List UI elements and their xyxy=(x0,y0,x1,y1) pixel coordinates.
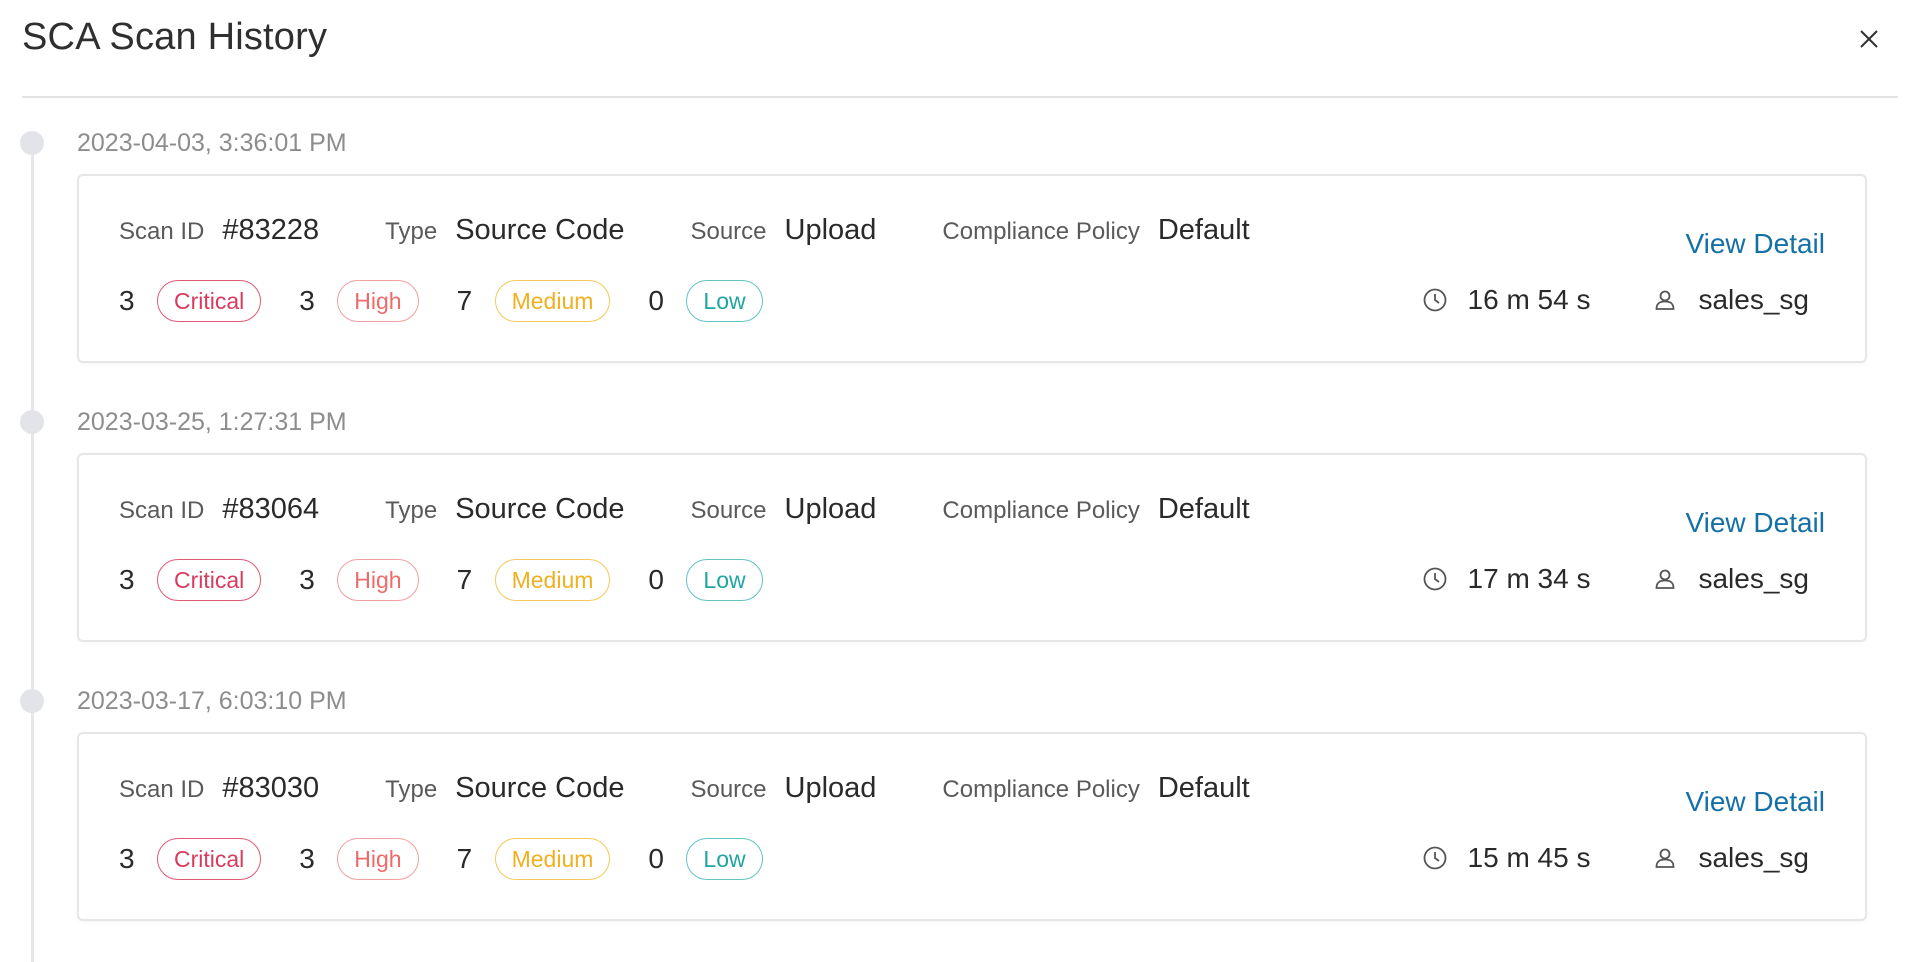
scan-id-value: #83030 xyxy=(222,772,320,804)
timeline-dot xyxy=(20,410,44,434)
critical-badge: Critical xyxy=(157,280,262,322)
view-detail-link[interactable]: View Detail xyxy=(1685,228,1825,260)
high-count: 3 xyxy=(299,564,315,595)
scan-meta: 15 m 45 s sales_sg xyxy=(1422,838,1809,878)
type-value: Source Code xyxy=(455,493,625,525)
scan-meta: 16 m 54 s sales_sg xyxy=(1422,280,1809,320)
scan-duration: 16 m 54 s xyxy=(1467,284,1591,315)
high-count: 3 xyxy=(299,285,315,316)
scan-id-label: Scan ID xyxy=(119,776,205,803)
timeline-dot xyxy=(20,689,44,713)
scan-entry: 2023-03-25, 1:27:31 PM Scan ID #83064 Ty… xyxy=(0,377,1920,656)
low-badge: Low xyxy=(686,838,763,880)
scan-info-row: Scan ID #83064 Type Source Code Source U… xyxy=(119,493,1250,533)
scan-date: 2023-04-03, 3:36:01 PM xyxy=(77,129,347,157)
severity-row: 3 Critical 3 High 7 Medium 0 Low xyxy=(119,278,801,324)
source-label: Source xyxy=(690,218,767,245)
scan-id-label: Scan ID xyxy=(119,497,205,524)
severity-row: 3 Critical 3 High 7 Medium 0 Low xyxy=(119,557,801,603)
modal-header: SCA Scan History xyxy=(22,0,1898,98)
high-count: 3 xyxy=(299,843,315,874)
scan-info-row: Scan ID #83030 Type Source Code Source U… xyxy=(119,772,1250,812)
view-detail-link[interactable]: View Detail xyxy=(1685,786,1825,818)
close-button[interactable] xyxy=(1854,24,1884,54)
scan-date: 2023-03-25, 1:27:31 PM xyxy=(77,408,347,436)
scan-user: sales_sg xyxy=(1698,563,1809,594)
source-label: Source xyxy=(690,497,767,524)
source-label: Source xyxy=(690,776,767,803)
clock-icon xyxy=(1423,846,1446,870)
low-badge: Low xyxy=(686,559,763,601)
scan-info-row: Scan ID #83228 Type Source Code Source U… xyxy=(119,214,1250,254)
critical-badge: Critical xyxy=(157,838,262,880)
scan-user: sales_sg xyxy=(1698,284,1809,315)
scan-entry: 2023-03-17, 6:03:10 PM Scan ID #83030 Ty… xyxy=(0,656,1920,935)
scan-duration: 15 m 45 s xyxy=(1467,842,1591,873)
compliance-policy-label: Compliance Policy xyxy=(942,218,1140,245)
medium-count: 7 xyxy=(456,843,473,874)
timeline-dot xyxy=(20,131,44,155)
scan-history-timeline: 2023-04-03, 3:36:01 PM Scan ID #83228 Ty… xyxy=(0,98,1920,962)
compliance-policy-label: Compliance Policy xyxy=(942,497,1140,524)
low-badge: Low xyxy=(686,280,763,322)
high-badge: High xyxy=(337,280,419,322)
medium-badge: Medium xyxy=(494,838,611,880)
source-value: Upload xyxy=(784,493,877,525)
user-icon xyxy=(1656,290,1675,310)
scan-card: Scan ID #83030 Type Source Code Source U… xyxy=(77,732,1867,921)
severity-row: 3 Critical 3 High 7 Medium 0 Low xyxy=(119,836,801,882)
critical-badge: Critical xyxy=(157,559,262,601)
scan-user: sales_sg xyxy=(1698,842,1809,873)
close-icon[interactable] xyxy=(1854,24,1884,54)
critical-count: 3 xyxy=(119,843,135,874)
page-title: SCA Scan History xyxy=(22,16,328,58)
scan-card: Scan ID #83064 Type Source Code Source U… xyxy=(77,453,1867,642)
compliance-policy-value: Default xyxy=(1157,493,1250,525)
scan-id-value: #83064 xyxy=(222,493,320,525)
view-detail-link[interactable]: View Detail xyxy=(1685,507,1825,539)
scan-duration: 17 m 34 s xyxy=(1467,563,1591,594)
type-value: Source Code xyxy=(455,772,625,804)
user-icon xyxy=(1656,848,1675,868)
scan-date: 2023-03-17, 6:03:10 PM xyxy=(77,687,347,715)
critical-count: 3 xyxy=(119,285,135,316)
type-value: Source Code xyxy=(455,214,625,246)
clock-icon xyxy=(1423,567,1446,591)
low-count: 0 xyxy=(648,564,664,595)
scan-id-label: Scan ID xyxy=(119,218,205,245)
scan-entry: 2023-04-03, 3:36:01 PM Scan ID #83228 Ty… xyxy=(0,98,1920,377)
compliance-policy-value: Default xyxy=(1157,214,1250,246)
scan-card: Scan ID #83228 Type Source Code Source U… xyxy=(77,174,1867,363)
high-badge: High xyxy=(337,838,419,880)
critical-count: 3 xyxy=(119,564,135,595)
type-label: Type xyxy=(385,218,438,245)
medium-count: 7 xyxy=(456,564,473,595)
medium-count: 7 xyxy=(456,285,473,316)
low-count: 0 xyxy=(648,843,664,874)
clock-icon xyxy=(1423,288,1446,312)
source-value: Upload xyxy=(784,214,877,246)
compliance-policy-value: Default xyxy=(1157,772,1250,804)
compliance-policy-label: Compliance Policy xyxy=(942,776,1140,803)
scan-id-value: #83228 xyxy=(222,214,320,246)
source-value: Upload xyxy=(784,772,877,804)
type-label: Type xyxy=(385,776,438,803)
high-badge: High xyxy=(337,559,419,601)
type-label: Type xyxy=(385,497,438,524)
medium-badge: Medium xyxy=(494,559,611,601)
medium-badge: Medium xyxy=(494,280,611,322)
scan-meta: 17 m 34 s sales_sg xyxy=(1422,559,1809,599)
user-icon xyxy=(1656,569,1675,589)
low-count: 0 xyxy=(648,285,664,316)
